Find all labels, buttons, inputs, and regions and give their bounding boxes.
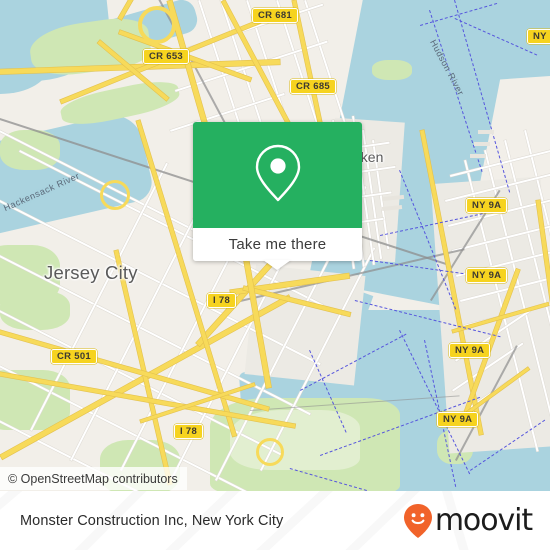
greenspace-hoboken-north: [372, 60, 412, 80]
popup-card-action-area[interactable]: Take me there: [193, 228, 362, 261]
interchange-loop-west: [100, 180, 130, 210]
popup-card-pointer: [263, 260, 291, 270]
road-shield-ny: NY: [527, 29, 550, 44]
road-shield-ny-9a-3: NY 9A: [449, 343, 491, 358]
road-shield-i-78-lower: I 78: [174, 424, 204, 439]
interchange-loop-mid: [256, 438, 284, 466]
road-shield-ny-9a-4: NY 9A: [437, 412, 479, 427]
location-title-text: Monster Construction Inc, New York City: [20, 512, 284, 529]
location-title: Monster Construction Inc, New York City: [20, 491, 283, 550]
moovit-location-map-screen: Jersey City oken Hackensack River Hudson…: [0, 0, 550, 550]
place-label-jersey-city: Jersey City: [44, 262, 138, 283]
moovit-wordmark: moovit: [434, 503, 533, 538]
pier-manhattan-1: [478, 130, 494, 134]
interchange-loop-north: [138, 6, 176, 44]
take-me-there-button[interactable]: Take me there: [229, 236, 327, 253]
road-shield-cr-653: CR 653: [143, 49, 190, 64]
pier-manhattan-3: [470, 154, 486, 158]
greenspace-lincoln-park: [0, 290, 70, 330]
map-pin-icon: [253, 142, 303, 209]
map-canvas[interactable]: Jersey City oken Hackensack River Hudson…: [0, 0, 550, 491]
map-attribution[interactable]: © OpenStreetMap contributors: [0, 467, 187, 490]
pier-manhattan-2: [474, 142, 490, 146]
location-popup-card[interactable]: Take me there: [193, 122, 362, 270]
moovit-logo[interactable]: moovit: [403, 491, 533, 550]
footer-bar: Monster Construction Inc, New York City …: [0, 491, 550, 550]
road-shield-i-78-upper: I 78: [207, 293, 237, 308]
popup-card-pin-area: [193, 122, 362, 228]
road-shield-cr-501: CR 501: [51, 349, 98, 364]
road-shield-cr-685: CR 685: [290, 79, 337, 94]
road-shield-ny-9a-2: NY 9A: [466, 268, 508, 283]
attribution-text: © OpenStreetMap contributors: [8, 471, 178, 486]
moovit-smiley-pin-icon: [403, 503, 433, 539]
road-shield-ny-9a-1: NY 9A: [466, 198, 508, 213]
road-shield-cr-681: CR 681: [252, 8, 299, 23]
